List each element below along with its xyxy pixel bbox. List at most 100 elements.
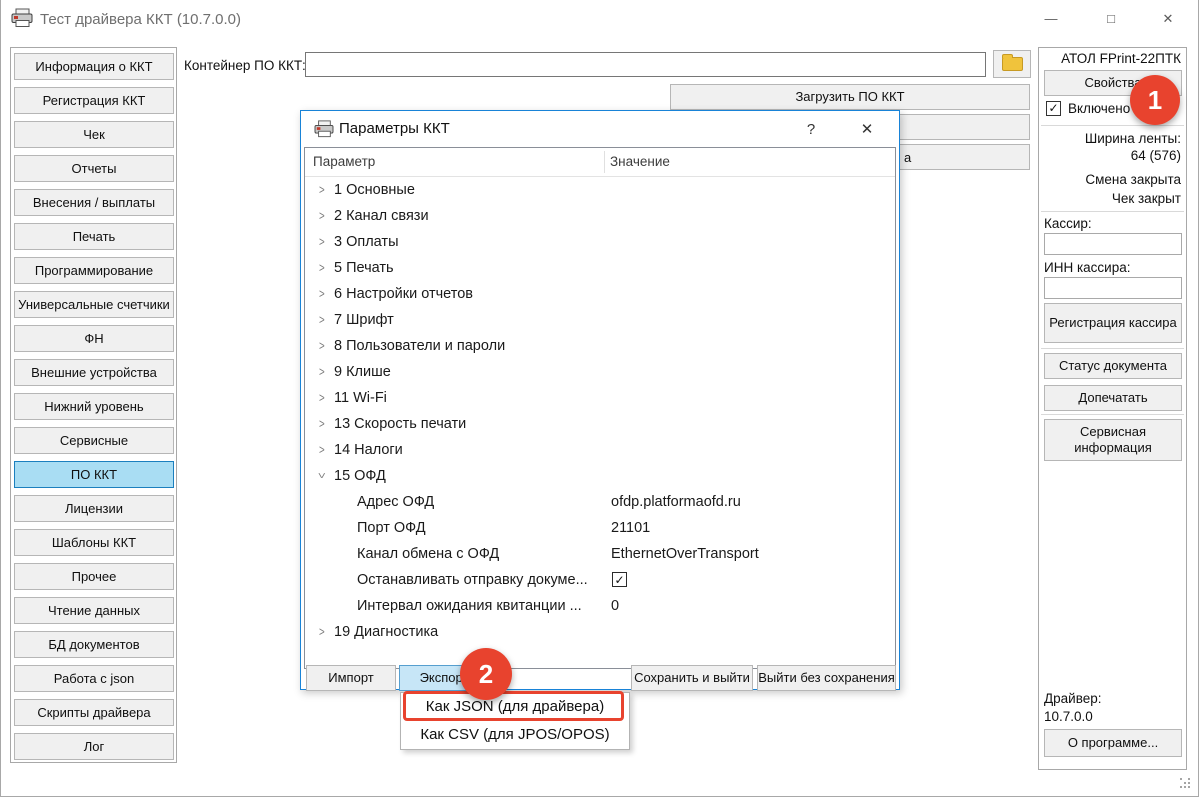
kkt-parameters-dialog: Параметры ККТ ? ✕ Параметр Значение 1 Ос…	[300, 110, 900, 690]
folder-icon	[1002, 57, 1023, 71]
tree-item-label: 19 Диагностика	[334, 619, 438, 645]
tree-row[interactable]: 8 Пользователи и пароли	[305, 333, 895, 359]
minimize-icon[interactable]: —	[1040, 8, 1062, 30]
sidebar: Информация о ККТ Регистрация ККТ Чек Отчеты…	[14, 53, 174, 767]
chevron-icon[interactable]	[313, 281, 331, 307]
reprint-button[interactable]: Допечатать	[1044, 385, 1182, 411]
sidebar-item[interactable]: Внешние устройства	[14, 359, 174, 386]
sidebar-item[interactable]: Сервисные	[14, 427, 174, 454]
separator	[1041, 211, 1184, 212]
sidebar-item[interactable]: Работа с json	[14, 665, 174, 692]
sidebar-item[interactable]: Информация о ККТ	[14, 53, 174, 80]
sidebar-item[interactable]: ПО ККТ	[14, 461, 174, 488]
sidebar-item[interactable]: Отчеты	[14, 155, 174, 182]
document-status-button[interactable]: Статус документа	[1044, 353, 1182, 379]
sidebar-item[interactable]: Шаблоны ККТ	[14, 529, 174, 556]
sidebar-item[interactable]: Регистрация ККТ	[14, 87, 174, 114]
tree-row[interactable]: 9 Клише	[305, 359, 895, 385]
resize-grip-icon[interactable]	[1180, 778, 1192, 790]
tree-row[interactable]: 1 Основные	[305, 177, 895, 203]
chevron-icon[interactable]	[313, 619, 331, 645]
column-divider	[604, 151, 605, 173]
maximize-icon[interactable]: □	[1100, 8, 1122, 30]
separator	[1041, 348, 1184, 349]
sidebar-item[interactable]: Скрипты драйвера	[14, 699, 174, 726]
tree-row[interactable]: 11 Wi-Fi	[305, 385, 895, 411]
tree-row[interactable]: Канал обмена с ОФД EthernetOverTransport	[305, 541, 895, 567]
tree-item-label: 8 Пользователи и пароли	[334, 333, 505, 359]
tree-row[interactable]: 14 Налоги	[305, 437, 895, 463]
chevron-icon[interactable]	[313, 437, 331, 463]
device-name: АТОЛ FPrint-22ПТК	[1061, 51, 1181, 66]
sidebar-item[interactable]: Чек	[14, 121, 174, 148]
save-exit-button[interactable]: Сохранить и выйти	[631, 665, 753, 691]
chevron-icon[interactable]	[313, 177, 331, 203]
tree-item-label: 5 Печать	[334, 255, 394, 281]
window-title: Тест драйвера ККТ (10.7.0.0)	[40, 11, 241, 28]
import-button[interactable]: Импорт	[306, 665, 396, 691]
container-input[interactable]	[305, 52, 986, 77]
tree-item-label: 9 Клише	[334, 359, 391, 385]
column-header-value: Значение	[610, 154, 670, 169]
sidebar-item[interactable]: Лицензии	[14, 495, 174, 522]
tree-item-label: 2 Канал связи	[334, 203, 429, 229]
tree-row[interactable]: Интервал ожидания квитанции ... 0	[305, 593, 895, 619]
chevron-icon[interactable]	[313, 203, 331, 229]
tree-row[interactable]: 5 Печать	[305, 255, 895, 281]
tree-row[interactable]: Адрес ОФД ofdp.platformaofd.ru	[305, 489, 895, 515]
cashier-registration-button[interactable]: Регистрация кассира	[1044, 303, 1182, 343]
sidebar-item[interactable]: БД документов	[14, 631, 174, 658]
tree-row[interactable]: 2 Канал связи	[305, 203, 895, 229]
tree-item-label: 15 ОФД	[334, 463, 386, 489]
chevron-icon[interactable]	[313, 411, 331, 437]
enabled-label: Включено	[1068, 101, 1130, 116]
tree-row[interactable]: 7 Шрифт	[305, 307, 895, 333]
tree-row[interactable]: Порт ОФД 21101	[305, 515, 895, 541]
chevron-icon[interactable]	[313, 333, 331, 359]
tree-item-label: 11 Wi-Fi	[334, 385, 387, 411]
exit-without-save-button[interactable]: Выйти без сохранения	[757, 665, 896, 691]
tree-row[interactable]: 15 ОФД	[305, 463, 895, 489]
tree-row[interactable]: 13 Скорость печати	[305, 411, 895, 437]
sidebar-item[interactable]: Универсальные счетчики	[14, 291, 174, 318]
sidebar-item[interactable]: Нижний уровень	[14, 393, 174, 420]
tree-item-value: 21101	[611, 515, 650, 541]
export-menu-item[interactable]: Как CSV (для JPOS/OPOS)	[401, 721, 629, 749]
dialog-title: Параметры ККТ	[339, 120, 450, 137]
cashier-input[interactable]	[1044, 233, 1182, 255]
chevron-icon[interactable]	[313, 385, 331, 411]
chevron-icon[interactable]	[313, 463, 331, 489]
background-button-3-label: а	[904, 150, 911, 166]
sidebar-item[interactable]: Программирование	[14, 257, 174, 284]
tree-item-value: ofdp.platformaofd.ru	[611, 489, 741, 515]
enabled-checkbox-checked-icon[interactable]	[1046, 101, 1061, 116]
chevron-icon[interactable]	[313, 359, 331, 385]
tree-row[interactable]: 19 Диагностика	[305, 619, 895, 645]
help-icon[interactable]: ?	[799, 118, 823, 142]
cashier-inn-input[interactable]	[1044, 277, 1182, 299]
dialog-close-icon[interactable]: ✕	[853, 118, 881, 142]
sidebar-item[interactable]: Чтение данных	[14, 597, 174, 624]
chevron-icon[interactable]	[313, 229, 331, 255]
sidebar-item[interactable]: ФН	[14, 325, 174, 352]
printer-icon	[313, 120, 335, 138]
sidebar-item[interactable]: Внесения / выплаты	[14, 189, 174, 216]
load-po-kkt-button[interactable]: Загрузить ПО ККТ	[670, 84, 1030, 110]
tree-row[interactable]: 6 Настройки отчетов	[305, 281, 895, 307]
tree-header: Параметр Значение	[305, 148, 895, 177]
chevron-icon[interactable]	[313, 307, 331, 333]
tree-item-label: 6 Настройки отчетов	[334, 281, 473, 307]
service-info-button[interactable]: Сервисная информация	[1044, 419, 1182, 461]
tree-item-label: 7 Шрифт	[334, 307, 394, 333]
close-icon[interactable]: ✕	[1157, 8, 1179, 30]
chevron-icon[interactable]	[313, 255, 331, 281]
sidebar-item[interactable]: Лог	[14, 733, 174, 760]
tree-row[interactable]: 3 Оплаты	[305, 229, 895, 255]
tree-row[interactable]: Останавливать отправку докуме...	[305, 567, 895, 593]
tree-body: 1 Основные 2 Канал связи 3 Оплаты 5 Печа…	[305, 177, 895, 645]
about-button[interactable]: О программе...	[1044, 729, 1182, 757]
sidebar-item[interactable]: Прочее	[14, 563, 174, 590]
checkbox-checked-icon[interactable]	[612, 572, 627, 587]
folder-button[interactable]	[993, 50, 1031, 78]
sidebar-item[interactable]: Печать	[14, 223, 174, 250]
